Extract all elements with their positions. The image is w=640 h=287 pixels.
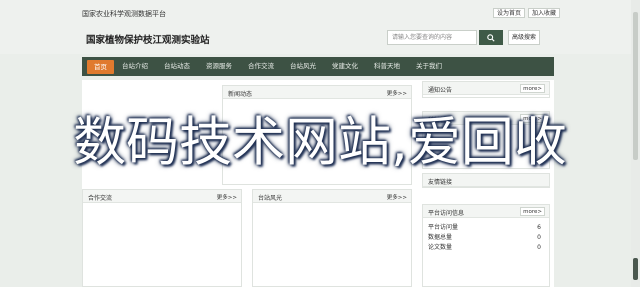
news-panel-header: 新闻动态 更多>> <box>223 86 411 99</box>
scenery-panel-title: 台站风光 <box>258 195 283 202</box>
stats-value: 0 <box>537 244 541 251</box>
stats-row: 论文数量 0 <box>428 243 541 253</box>
nav-resource-service[interactable]: 资源服务 <box>198 57 240 76</box>
stats-label: 论文数量 <box>428 244 453 251</box>
nav-about[interactable]: 关于我们 <box>408 57 450 76</box>
main-nav: 首页 台站介绍 台站动态 资源服务 合作交流 台站风光 党建文化 科普天地 关于… <box>82 57 554 76</box>
stats-list: 平台访问量 6 数据总量 0 论文数量 0 <box>428 223 541 253</box>
advanced-search-button[interactable]: 高级搜索 <box>508 30 541 45</box>
news-panel-title: 新闻动态 <box>228 91 253 98</box>
search-button[interactable] <box>479 30 503 45</box>
platform-name[interactable]: 国家农业科学观测数据平台 <box>82 9 166 19</box>
top-strip: 国家农业科学观测数据平台 设为首页 加入收藏 <box>0 0 640 24</box>
scenery-panel: 台站风光 更多>> <box>252 189 412 287</box>
scenery-panel-header: 台站风光 更多>> <box>253 190 411 203</box>
news-more-link[interactable]: 更多>> <box>387 89 407 97</box>
search-icon <box>487 33 495 42</box>
nav-cooperation[interactable]: 合作交流 <box>240 57 282 76</box>
stats-panel-header: 平台访问信息 more> <box>423 205 549 218</box>
nav-science[interactable]: 科普天地 <box>366 57 408 76</box>
links-panel: 友情链接 <box>422 173 550 188</box>
overlay-banner-text: 数码技术网站,爱回收 <box>73 112 567 173</box>
stats-row: 数据总量 0 <box>428 233 541 243</box>
notice-more-button[interactable]: more> <box>520 84 545 93</box>
scrollbar-thumb[interactable] <box>633 12 638 160</box>
set-homepage-link[interactable]: 设为首页 <box>493 8 526 18</box>
page-scrollbar[interactable] <box>631 0 640 287</box>
cooperation-panel-title: 合作交流 <box>88 195 113 202</box>
nav-party-culture[interactable]: 党建文化 <box>324 57 366 76</box>
site-header: 国家植物保护枝江观测实验站 请输入您要查询的内容 高级搜索 <box>0 24 640 54</box>
scenery-more-link[interactable]: 更多>> <box>387 193 407 201</box>
notice-panel-header: 通知公告 more> <box>423 82 549 95</box>
scrollbar-thumb-lower[interactable] <box>633 258 638 280</box>
stats-row: 平台访问量 6 <box>428 223 541 233</box>
nav-scenery[interactable]: 台站风光 <box>282 57 324 76</box>
top-links: 设为首页 加入收藏 <box>493 8 561 18</box>
links-panel-title: 友情链接 <box>428 179 453 186</box>
nav-home[interactable]: 首页 <box>87 59 114 74</box>
nav-station-intro[interactable]: 台站介绍 <box>114 57 156 76</box>
add-favorite-link[interactable]: 加入收藏 <box>528 8 561 18</box>
notice-panel: 通知公告 more> <box>422 81 550 98</box>
stats-label: 数据总量 <box>428 234 453 241</box>
nav-station-news[interactable]: 台站动态 <box>156 57 198 76</box>
stats-panel: 平台访问信息 more> 平台访问量 6 数据总量 0 论文数量 0 <box>422 204 550 287</box>
stats-value: 6 <box>537 224 541 231</box>
cooperation-panel: 合作交流 更多>> <box>82 189 242 287</box>
stats-more-button[interactable]: more> <box>520 207 545 216</box>
links-panel-header: 友情链接 <box>423 174 549 187</box>
stats-label: 平台访问量 <box>428 224 459 231</box>
notice-panel-title: 通知公告 <box>428 87 453 94</box>
site-title[interactable]: 国家植物保护枝江观测实验站 <box>86 32 210 46</box>
cooperation-panel-header: 合作交流 更多>> <box>83 190 241 203</box>
stats-value: 0 <box>537 234 541 241</box>
search-input[interactable]: 请输入您要查询的内容 <box>387 30 477 45</box>
stats-panel-title: 平台访问信息 <box>428 210 465 217</box>
cooperation-more-link[interactable]: 更多>> <box>217 193 237 201</box>
